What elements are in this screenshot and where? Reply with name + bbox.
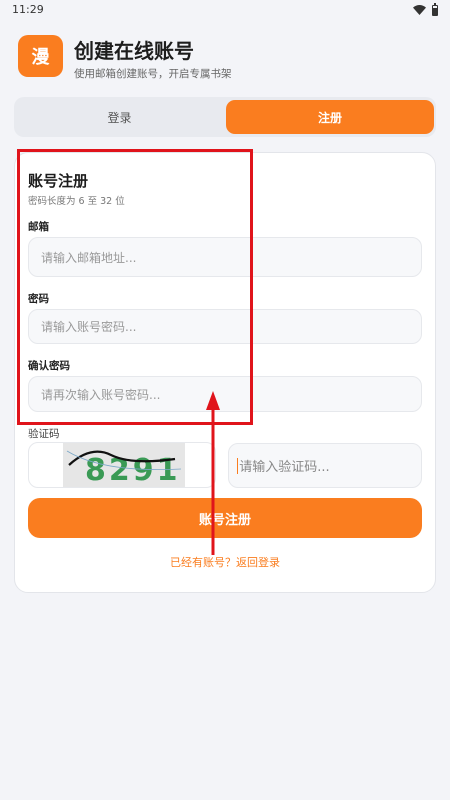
status-bar: 11:29 [0, 0, 450, 22]
captcha-image[interactable]: 8291 [63, 443, 185, 488]
captcha-box[interactable]: 8291 [28, 442, 216, 488]
battery-icon [432, 2, 438, 16]
captcha-placeholder: 请输入验证码... [239, 460, 330, 475]
tab-login[interactable]: 登录 [17, 100, 222, 134]
captcha-graphic: 8291 [63, 443, 185, 488]
tab-register[interactable]: 注册 [226, 100, 434, 134]
register-submit-button[interactable]: 账号注册 [28, 498, 422, 538]
wifi-icon [413, 5, 426, 15]
page-title: 创建在线账号 [74, 39, 194, 63]
page-subtitle: 使用邮箱创建账号，开启专属书架 [74, 68, 232, 80]
annotation-highlight-box [17, 149, 253, 425]
captcha-label: 验证码 [28, 428, 60, 440]
back-to-login-text[interactable]: 已经有账号？返回登录 [170, 556, 280, 569]
captcha-text: 8291 [85, 453, 181, 488]
text-caret [237, 457, 239, 474]
status-time: 11:29 [12, 3, 44, 16]
auth-tab-bar: 登录 注册 [14, 97, 436, 137]
status-icons [413, 2, 438, 16]
captcha-input[interactable]: 请输入验证码... [228, 443, 422, 488]
back-to-login-link: 已经有账号？返回登录 [0, 554, 450, 570]
app-logo: 漫 [18, 35, 63, 77]
